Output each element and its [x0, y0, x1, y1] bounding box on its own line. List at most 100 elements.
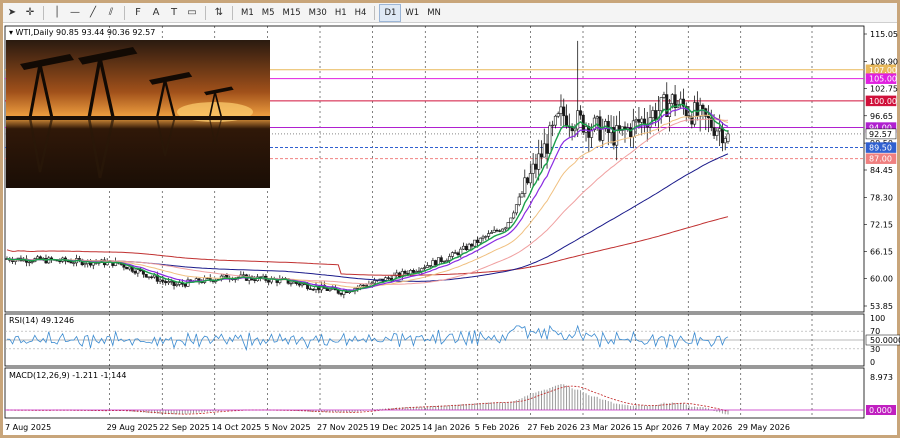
candle-body: [267, 280, 271, 283]
price-tag-label: 105.00: [869, 75, 897, 84]
candle-body: [450, 252, 454, 257]
candle-body: [30, 261, 34, 263]
candle-body: [183, 283, 187, 287]
candle-body: [531, 163, 535, 174]
candle-body: [693, 102, 697, 125]
date-label: 27 Nov 2025: [317, 423, 368, 432]
rsi-tick-label: 30: [870, 345, 880, 354]
candle-body: [665, 94, 669, 117]
macd-tick-label: 8.973: [870, 373, 893, 382]
candle-body: [637, 119, 641, 123]
candle-body: [506, 222, 510, 229]
price-tick-label: 102.75: [870, 85, 898, 94]
date-label: 15 Apr 2026: [633, 423, 682, 432]
candle-body: [484, 236, 488, 238]
candle-body: [423, 267, 427, 269]
candle-body: [487, 233, 491, 237]
chart-area[interactable]: 7 Aug 2025 29 Aug 2025 22 Sep 2025 14 Oct 2…: [0, 0, 900, 438]
candle-body: [539, 153, 543, 158]
date-label: 7 Aug 2025: [5, 423, 51, 432]
oil-derricks-image: [6, 40, 270, 188]
date-label: 27 Feb 2026: [527, 423, 577, 432]
candle-body: [133, 271, 137, 274]
candle-body: [158, 279, 162, 282]
price-tag-label: 92.57: [869, 130, 892, 139]
date-label: 5 Nov 2025: [264, 423, 310, 432]
candle-body: [512, 212, 516, 219]
candle-body: [403, 270, 407, 274]
candle-body: [712, 127, 716, 136]
candle-body: [723, 138, 727, 144]
rsi-tick-label: 0: [870, 358, 875, 367]
date-label: 19 Dec 2025: [370, 423, 421, 432]
candle-body: [36, 256, 40, 259]
rsi-label: RSI(14) 49.1246: [9, 316, 74, 325]
candle-body: [573, 128, 577, 132]
candle-body: [431, 260, 435, 267]
price-tick-label: 66.15: [870, 247, 893, 256]
date-label: 14 Jan 2026: [422, 423, 470, 432]
rsi-tick-label: 50.0000: [870, 336, 900, 345]
price-tick-label: 96.65: [870, 112, 893, 121]
macd-tick-label: 0.000: [869, 406, 892, 415]
candle-body: [526, 177, 530, 184]
price-tick-label: 78.30: [870, 193, 893, 202]
candle-body: [456, 252, 460, 256]
date-label: 7 May 2026: [685, 423, 732, 432]
candle-body: [542, 143, 546, 158]
candle-body: [417, 270, 421, 273]
date-label: 5 Feb 2026: [475, 423, 520, 432]
candle-body: [253, 279, 257, 282]
candle-body: [707, 116, 711, 119]
candle-body: [509, 217, 513, 223]
candle-body: [464, 245, 468, 251]
candle-body: [470, 243, 474, 247]
candle-body: [297, 283, 301, 286]
candle-body: [514, 204, 518, 214]
candle-body: [473, 239, 477, 247]
candle-body: [386, 277, 390, 279]
candle-body: [634, 119, 638, 122]
candle-body: [662, 94, 666, 98]
candle-body: [161, 279, 165, 282]
candle-body: [595, 116, 599, 119]
candle-body: [147, 276, 151, 278]
candle-body: [175, 284, 179, 286]
candle-body: [425, 265, 429, 268]
candle-body: [642, 118, 646, 125]
price-tick-label: 72.15: [870, 221, 893, 230]
candle-body: [537, 153, 541, 170]
candle-body: [695, 102, 699, 117]
candle-body: [445, 260, 449, 262]
candle-body: [308, 288, 312, 290]
candle-body: [150, 276, 154, 278]
candle-body: [726, 133, 730, 142]
candle-body: [718, 128, 722, 132]
candle-body: [242, 274, 246, 276]
candle-body: [556, 113, 560, 117]
candle-body: [153, 274, 157, 278]
candle-body: [640, 118, 644, 123]
price-tick-label: 84.45: [870, 166, 893, 175]
date-label: 29 May 2026: [738, 423, 790, 432]
candle-body: [325, 288, 329, 291]
candle-body: [83, 263, 87, 266]
candle-body: [551, 124, 555, 127]
price-tag-label: 100.00: [869, 97, 897, 106]
candle-body: [144, 273, 148, 278]
candle-body: [501, 228, 505, 232]
candle-body: [498, 230, 502, 232]
candle-body: [372, 280, 376, 284]
rsi-tick-label: 100: [870, 314, 885, 323]
candle-body: [679, 98, 683, 105]
candle-body: [442, 260, 446, 263]
candle-body: [439, 257, 443, 262]
candle-body: [127, 266, 131, 270]
candle-body: [520, 193, 524, 198]
candle-body: [475, 239, 479, 243]
candle-body: [615, 125, 619, 146]
candle-body: [125, 266, 129, 270]
candle-body: [548, 125, 552, 154]
candle-body: [364, 285, 368, 287]
candle-body: [659, 97, 663, 112]
